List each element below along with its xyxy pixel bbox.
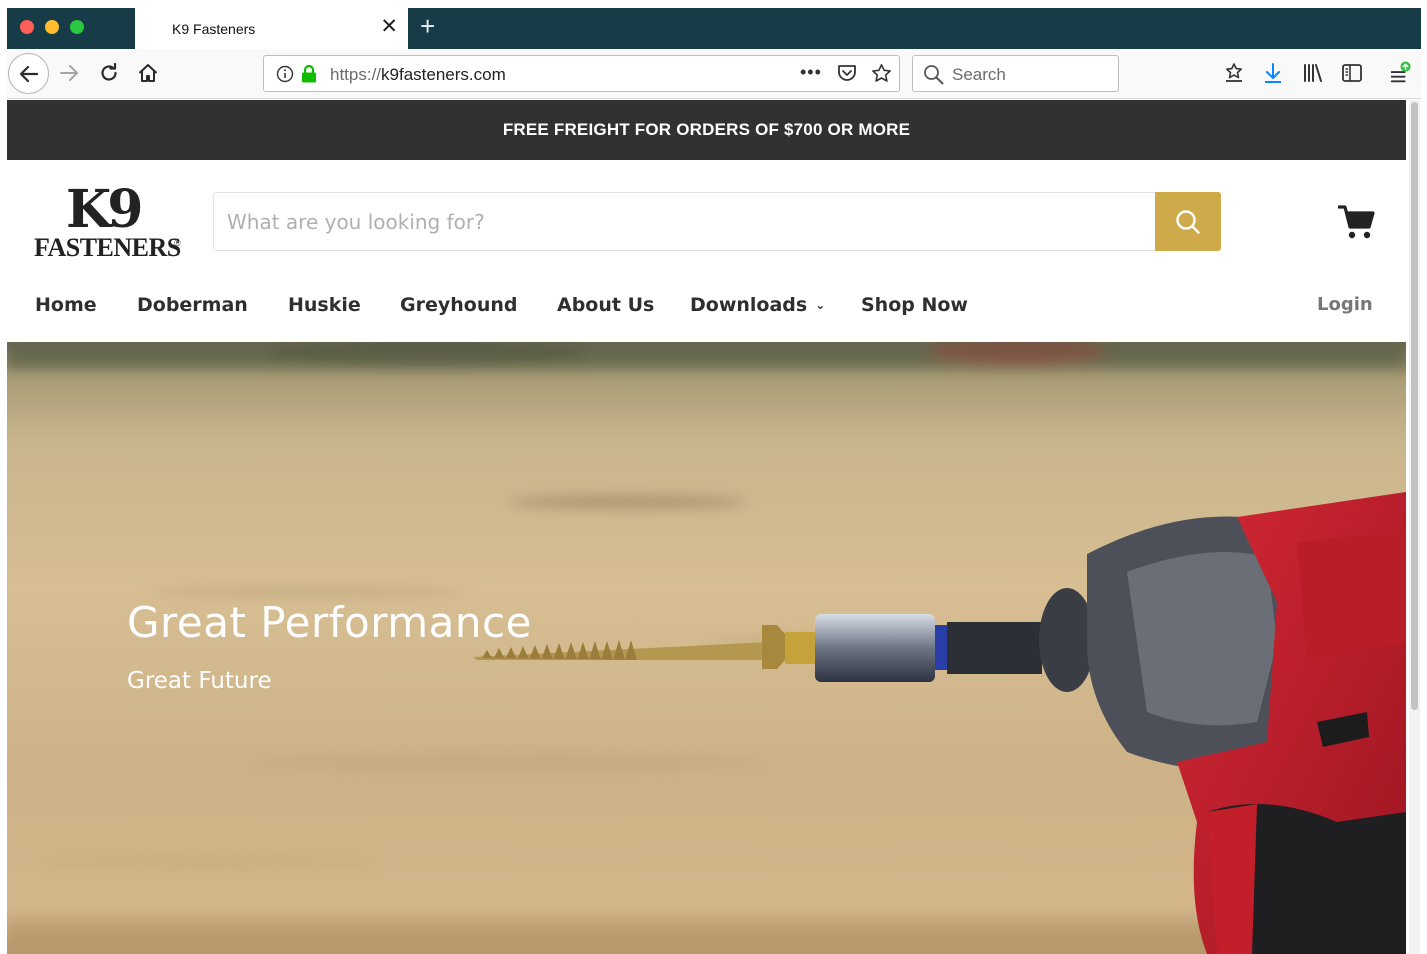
logo-wordmark: FASTENERS <box>34 233 181 262</box>
url-protocol: https:// <box>330 65 382 84</box>
tab-title: K9 Fasteners <box>172 21 256 37</box>
nav-item-downloads[interactable]: Downloads ⌄ <box>690 294 825 316</box>
nav-item-downloads-label: Downloads <box>690 294 808 316</box>
window-minimize-button[interactable] <box>45 20 59 34</box>
home-button[interactable] <box>135 60 161 86</box>
back-button[interactable] <box>8 53 49 94</box>
hero-banner: Great Performance Great Future <box>7 342 1406 954</box>
reload-button[interactable] <box>96 60 122 86</box>
home-icon <box>138 64 158 82</box>
browser-search-bar[interactable]: Search <box>912 55 1119 92</box>
site-search-button[interactable] <box>1155 192 1221 251</box>
nav-item-about-us[interactable]: About Us <box>557 294 654 316</box>
sidebar-icon <box>1342 64 1362 82</box>
forward-arrow-icon <box>60 65 78 81</box>
reload-icon <box>101 62 117 81</box>
menu-icon <box>1390 61 1411 83</box>
nav-item-shop-now[interactable]: Shop Now <box>861 294 968 316</box>
pocket-icon[interactable] <box>837 64 857 83</box>
page-scrollbar[interactable] <box>1409 100 1420 954</box>
bookmark-star-icon[interactable] <box>871 63 892 84</box>
library-icon <box>1304 64 1322 82</box>
login-link[interactable]: Login <box>1317 294 1373 315</box>
browser-search-placeholder: Search <box>952 65 1006 84</box>
url-text[interactable]: https://k9fasteners.com <box>330 65 506 85</box>
window-close-button[interactable] <box>20 20 34 34</box>
cart-icon[interactable] <box>1338 204 1376 240</box>
hero-image <box>7 342 1406 954</box>
chevron-down-icon: ⌄ <box>815 298 826 312</box>
back-arrow-icon <box>19 65 38 82</box>
logo-mark: K9 <box>66 179 143 240</box>
info-icon[interactable] <box>276 65 294 83</box>
lock-icon[interactable] <box>301 65 317 83</box>
web-page: FREE FREIGHT FOR ORDERS OF $700 OR MORE … <box>7 100 1406 954</box>
scrollbar-thumb[interactable] <box>1411 102 1418 710</box>
sidebar-button[interactable] <box>1340 61 1364 85</box>
reading-list-button[interactable] <box>1222 61 1246 85</box>
forward-button[interactable] <box>56 60 82 86</box>
hero-subtitle: Great Future <box>127 668 272 694</box>
logo-registered-mark: ® <box>174 238 181 248</box>
site-search-input[interactable] <box>214 193 1156 250</box>
downloads-button[interactable] <box>1261 61 1285 85</box>
nav-item-huskie[interactable]: Huskie <box>288 294 361 316</box>
browser-tab-active[interactable]: K9 Fasteners ✕ <box>135 8 408 49</box>
address-bar[interactable]: https://k9fasteners.com ••• <box>263 55 900 92</box>
site-logo[interactable]: K9 FASTENERS ® <box>34 182 184 262</box>
tab-close-icon[interactable]: ✕ <box>380 16 398 37</box>
new-tab-button[interactable]: + <box>420 12 435 40</box>
reading-list-icon <box>1226 63 1242 82</box>
nav-item-doberman[interactable]: Doberman <box>137 294 248 316</box>
download-icon <box>1265 63 1281 83</box>
promo-bar: FREE FREIGHT FOR ORDERS OF $700 OR MORE <box>7 100 1406 160</box>
search-icon <box>924 65 944 85</box>
more-icon[interactable]: ••• <box>800 62 822 83</box>
menu-button[interactable] <box>1388 61 1412 85</box>
nav-item-home[interactable]: Home <box>35 294 97 316</box>
url-host: k9fasteners.com <box>381 65 506 84</box>
main-navigation: Home Doberman Huskie Greyhound About Us … <box>7 290 1406 326</box>
search-icon <box>1176 209 1200 234</box>
hero-title: Great Performance <box>127 598 532 647</box>
library-button[interactable] <box>1301 61 1325 85</box>
nav-item-greyhound[interactable]: Greyhound <box>400 294 517 316</box>
window-zoom-button[interactable] <box>70 20 84 34</box>
site-search-box <box>213 192 1221 251</box>
